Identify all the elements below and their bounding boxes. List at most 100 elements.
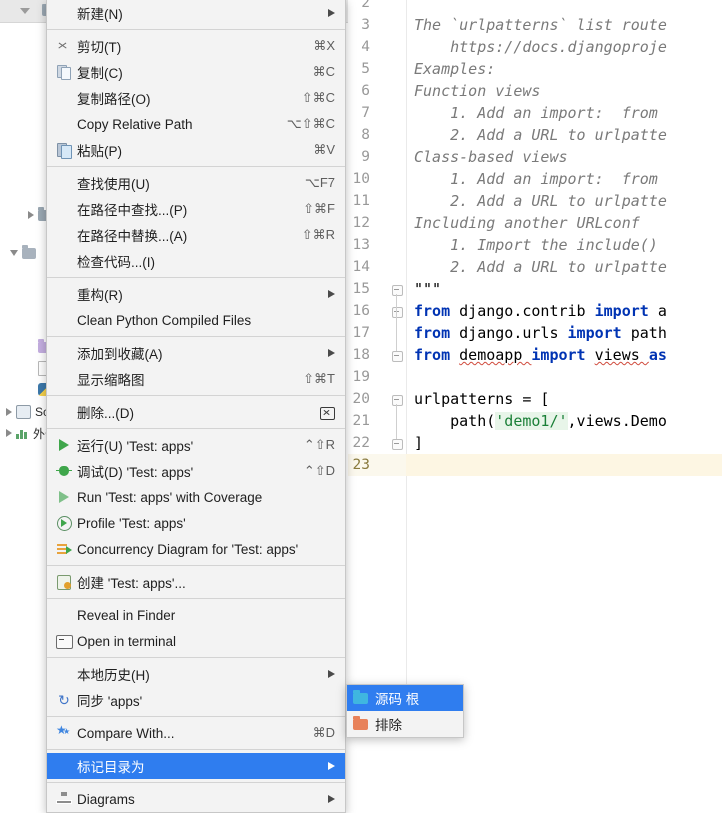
menu-item[interactable]: 本地历史(H) xyxy=(47,661,345,687)
menu-item-label: 查找使用(U) xyxy=(77,177,150,192)
menu-item[interactable]: ↻ 同步 'apps' xyxy=(47,687,345,713)
code-token: import xyxy=(531,346,595,364)
code-fold-toggle[interactable] xyxy=(392,439,403,450)
menu-item-label: 运行(U) 'Test: apps' xyxy=(77,439,194,454)
context-menu[interactable]: 新建(N) 剪切(T) ⌘X 复制(C) ⌘C 复制路径(O) ⇧⌘C Copy Relati… xyxy=(46,0,346,813)
menu-item-label: Copy Relative Path xyxy=(77,116,193,132)
menu-item[interactable]: 在路径中查找...(P) ⇧⌘F xyxy=(47,196,345,222)
menu-item-shortcut: ⇧⌘T xyxy=(303,371,335,386)
menu-item[interactable]: Copy Relative Path ⌥⇧⌘C xyxy=(47,111,345,137)
folder-icon xyxy=(353,689,368,704)
menu-item[interactable]: 显示缩略图 ⇧⌘T xyxy=(47,366,345,392)
code-token: Examples: xyxy=(414,60,496,78)
code-line: https://docs.djangoproje xyxy=(414,36,667,58)
menu-item-shortcut: ⌃⇧R xyxy=(303,437,335,452)
code-token: The `urlpatterns` list route xyxy=(414,16,667,34)
menu-item[interactable]: Open in terminal xyxy=(47,628,345,654)
mark-icon xyxy=(55,757,73,775)
menu-item-label: 在路径中查找...(P) xyxy=(77,203,188,218)
menu-item[interactable]: 检查代码...(I) xyxy=(47,248,345,274)
menu-item-shortcut: ⌘C xyxy=(312,64,335,79)
menu-item[interactable]: 粘贴(P) ⌘V xyxy=(47,137,345,163)
editor-code-area[interactable]: The `urlpatterns` list route https://doc… xyxy=(406,0,722,738)
submenu-item[interactable]: 源码 根 xyxy=(347,685,463,711)
menu-item-icon-placeholder xyxy=(55,665,73,683)
menu-item-label: Compare With... xyxy=(77,725,175,741)
menu-item-label: 剪切(T) xyxy=(77,40,122,55)
menu-item-icon-placeholder xyxy=(55,370,73,388)
menu-item[interactable]: Reveal in Finder xyxy=(47,602,345,628)
code-token: 2. Add a URL to urlpatte xyxy=(414,258,667,276)
menu-item[interactable]: 重构(R) xyxy=(47,281,345,307)
menu-item-shortcut: ⇧⌘F xyxy=(303,201,335,216)
code-token: django.contrib xyxy=(459,302,595,320)
tree-item[interactable] xyxy=(0,243,40,263)
code-fold-toggle[interactable] xyxy=(392,395,403,406)
menu-item-shortcut: ⌘D xyxy=(312,725,335,740)
menu-item-label: 显示缩略图 xyxy=(77,373,145,388)
menu-item-label: 创建 'Test: apps'... xyxy=(77,576,186,591)
code-token: from xyxy=(414,324,460,342)
code-token: path xyxy=(630,324,667,342)
code-token: a xyxy=(657,302,667,320)
menu-item[interactable]: 复制(C) ⌘C xyxy=(47,59,345,85)
menu-item[interactable]: 新建(N) xyxy=(47,0,345,26)
menu-item[interactable]: 复制路径(O) ⇧⌘C xyxy=(47,85,345,111)
chevron-down-icon[interactable] xyxy=(10,250,18,256)
code-fold-toggle[interactable] xyxy=(392,285,403,296)
menu-item-shortcut: ⌥F7 xyxy=(304,175,335,190)
menu-separator xyxy=(47,716,345,717)
sync-icon: ↻ xyxy=(58,692,70,708)
submenu-item[interactable]: 排除 xyxy=(347,711,463,737)
menu-item-icon-placeholder xyxy=(55,252,73,270)
menu-item[interactable]: 调试(D) 'Test: apps' ⌃⇧D xyxy=(47,458,345,484)
menu-item-label: Clean Python Compiled Files xyxy=(77,312,252,328)
menu-separator xyxy=(47,598,345,599)
menu-item[interactable]: Diagrams xyxy=(47,786,345,812)
menu-item-icon-placeholder xyxy=(55,344,73,362)
menu-item[interactable]: 标记目录为 xyxy=(47,753,345,779)
mark-directory-as-submenu[interactable]: 源码 根排除资源根 xyxy=(346,684,464,738)
menu-item[interactable]: 删除...(D) xyxy=(47,399,345,425)
menu-item-label: 粘贴(P) xyxy=(77,144,122,159)
chevron-right-icon[interactable] xyxy=(6,408,12,416)
code-token: import xyxy=(594,302,658,320)
menu-item-icon-placeholder xyxy=(55,403,73,421)
menu-item-shortcut: ⌘X xyxy=(313,38,335,53)
menu-item[interactable]: 在路径中替换...(A) ⇧⌘R xyxy=(47,222,345,248)
code-fold-toggle[interactable] xyxy=(392,351,403,362)
code-editor[interactable]: 2 3 4 5 6 7 8 9 10 11 12 13 14 15 16 17 18 19 20 21 22 23 The… xyxy=(348,0,722,738)
code-token: from xyxy=(414,302,460,320)
menu-separator xyxy=(47,782,345,783)
menu-item[interactable]: 查找使用(U) ⌥F7 xyxy=(47,170,345,196)
menu-item[interactable]: Concurrency Diagram for 'Test: apps' xyxy=(47,536,345,562)
menu-item[interactable]: Run 'Test: apps' with Coverage xyxy=(47,484,345,510)
code-line: from demoapp import views as xyxy=(414,344,667,366)
folder-icon xyxy=(22,244,36,259)
menu-item-label: 在路径中替换...(A) xyxy=(77,229,188,244)
code-line: Class-based views xyxy=(414,146,568,168)
menu-item[interactable]: 运行(U) 'Test: apps' ⌃⇧R xyxy=(47,432,345,458)
chevron-right-icon[interactable] xyxy=(28,211,34,219)
scratches-icon xyxy=(16,405,31,419)
editor-gutter[interactable]: 2 3 4 5 6 7 8 9 10 11 12 13 14 15 16 17 18 19 20 21 22 23 xyxy=(348,0,407,738)
menu-item[interactable]: Compare With... ⌘D xyxy=(47,720,345,746)
scissors-icon xyxy=(55,37,73,55)
code-line: 2. Add a URL to urlpatte xyxy=(414,190,667,212)
code-token: from xyxy=(414,346,460,364)
menu-item-label: 调试(D) 'Test: apps' xyxy=(77,465,194,480)
menu-separator xyxy=(47,428,345,429)
menu-item[interactable]: 添加到收藏(A) xyxy=(47,340,345,366)
menu-item[interactable]: 创建 'Test: apps'... xyxy=(47,569,345,595)
code-fold-toggle[interactable] xyxy=(392,307,403,318)
code-token: https://docs.djangoproje xyxy=(414,38,667,56)
menu-item[interactable]: Clean Python Compiled Files xyxy=(47,307,345,333)
menu-item[interactable]: Profile 'Test: apps' xyxy=(47,510,345,536)
code-token: path( xyxy=(414,412,496,430)
menu-item-label: 新建(N) xyxy=(77,7,123,22)
chevron-right-icon[interactable] xyxy=(6,429,12,437)
code-line: from django.urls import path xyxy=(414,322,667,344)
fold-region-line xyxy=(396,294,397,351)
menu-item[interactable]: 剪切(T) ⌘X xyxy=(47,33,345,59)
chevron-down-icon[interactable] xyxy=(20,8,30,14)
